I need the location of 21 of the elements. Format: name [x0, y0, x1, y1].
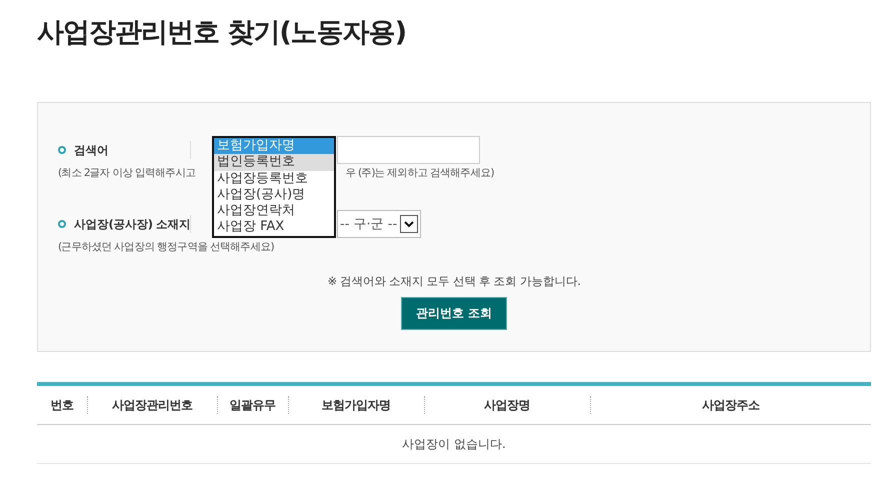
district-select[interactable]: -- 구·군 -- — [337, 210, 422, 238]
empty-message: 사업장이 없습니다. — [37, 425, 871, 464]
list-option[interactable]: 사업장등록번호 — [214, 170, 334, 187]
column-header: 번호 — [37, 396, 88, 414]
list-option[interactable]: 법인등록번호 — [214, 154, 334, 171]
hint-text: (근무하셨던 사업장의 행정구역을 선택해주세요) — [58, 240, 274, 254]
field-label: 검색어 — [58, 142, 190, 158]
notice-text: ※ 검색어와 소재지 모두 선택 후 조회 가능합니다. — [326, 274, 582, 289]
hint-text: (최소 2글자 이상 입력해주시고 — [58, 166, 196, 180]
search-type-list[interactable]: 보험가입자명 법인등록번호 사업장등록번호 사업장(공사)명 사업장연락처 사업장 FAX — [212, 136, 336, 238]
page-title: 사업장관리번호 찾기(노동자용) — [37, 16, 408, 50]
search-button[interactable]: 관리번호 조회 — [400, 297, 508, 330]
caret-icon — [400, 215, 418, 233]
hint-text: 우 (주)는 제외하고 검색해주세요) — [346, 166, 494, 180]
column-header: 사업장명 — [424, 396, 591, 414]
column-header: 일괄유무 — [218, 396, 288, 414]
column-header: 보험가입자명 — [288, 396, 425, 414]
column-header: 사업장관리번호 — [88, 396, 218, 414]
column-header: 사업장주소 — [701, 397, 761, 414]
field-label: 사업장(공사장) 소재지 — [58, 216, 190, 232]
search-field[interactable] — [337, 136, 480, 164]
